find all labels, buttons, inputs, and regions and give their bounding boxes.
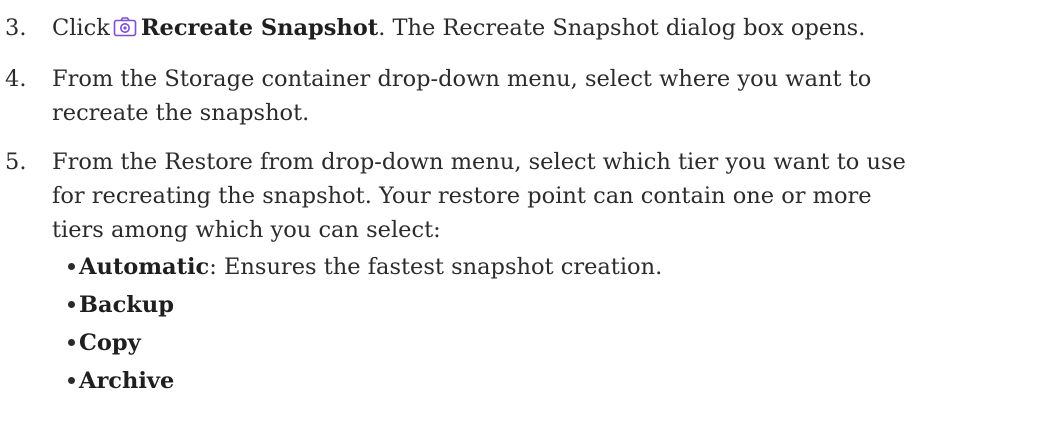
bullet-item: Copy (68, 327, 141, 359)
bullet-bold: Automatic (79, 254, 210, 280)
bullet-bold: Backup (79, 292, 174, 318)
bullet-item: Archive (68, 365, 174, 397)
bullet-dot (68, 339, 75, 346)
bullet-text: : Ensures the fastest snapshot creation. (209, 254, 663, 280)
step-4-continuation: recreate the snapshot. (52, 100, 310, 126)
step-3-pre: Click (52, 15, 110, 41)
recreate-snapshot-label: Recreate Snapshot (140, 15, 379, 41)
bullet-dot (68, 377, 75, 384)
step-number: 4. (5, 66, 27, 92)
bullet-bold: Archive (79, 368, 175, 394)
step-number: 3. (5, 15, 27, 41)
step-3: 3. Click Recreate Snapshot. The Recreate … (0, 12, 1056, 44)
camera-icon (113, 15, 137, 37)
step-5-continuation: for recreating the snapshot. Your restor… (52, 183, 872, 209)
bullet-dot (68, 263, 75, 270)
step-4: 4. From the Storage container drop-down … (0, 63, 1056, 95)
bullet-dot (68, 301, 75, 308)
step-3-post: . The Recreate Snapshot dialog box opens… (378, 15, 866, 41)
step-text-line: From the Storage container drop-down men… (52, 66, 872, 92)
step-text-line: From the Restore from drop-down menu, se… (52, 149, 906, 175)
step-5: 5. From the Restore from drop-down menu,… (0, 146, 1056, 178)
step-number: 5. (5, 149, 27, 175)
bullet-bold: Copy (79, 330, 141, 356)
document-page: 3. Click Recreate Snapshot. The Recreate … (0, 0, 1056, 447)
step-text: Click Recreate Snapshot. The Recreate Sna… (52, 12, 865, 44)
bullet-item: Automatic: Ensures the fastest snapshot … (68, 251, 662, 283)
bullet-item: Backup (68, 289, 174, 321)
step-5-continuation: tiers among which you can select: (52, 217, 441, 243)
